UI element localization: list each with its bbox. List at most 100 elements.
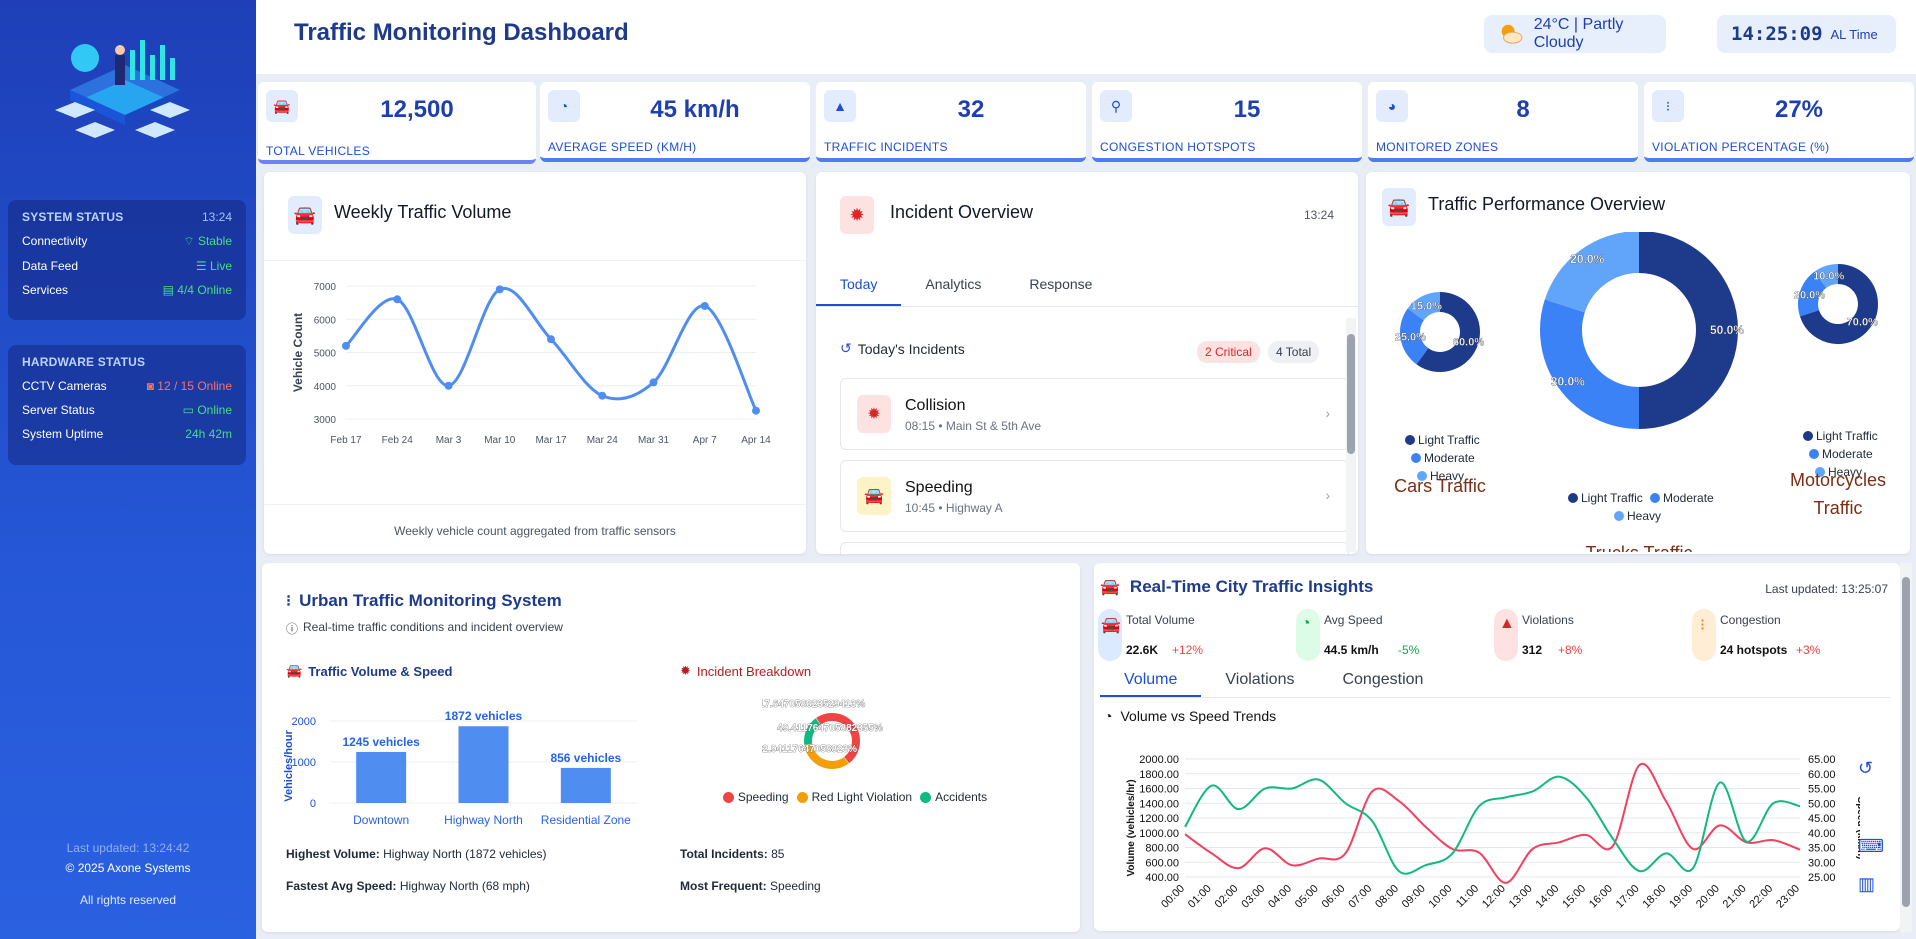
wifi-icon: ⌔: [183, 234, 198, 248]
kpi-congestion-hotspots[interactable]: ⚲ 15 CONGESTION HOTSPOTS: [1092, 82, 1362, 162]
data-point: [444, 381, 453, 390]
insights-updated: Last updated: 13:25:07: [1765, 582, 1888, 596]
traffic-light-icon: ⁝: [1652, 90, 1684, 122]
services-value: 4/4 Online: [177, 283, 232, 297]
y-tick-label: 1400.00: [1139, 798, 1179, 810]
tab-volume[interactable]: Volume: [1100, 665, 1202, 697]
tab-response[interactable]: Response: [1005, 264, 1116, 306]
kpi-value: 27%: [1774, 96, 1824, 123]
history-icon[interactable]: ↺: [1858, 758, 1873, 779]
incident-name: Speeding: [905, 479, 973, 496]
most-frequent-value: Speeding: [770, 879, 821, 893]
data-point: [342, 341, 350, 350]
y-axis-label: Volume (vehicles/hr): [1126, 779, 1137, 876]
x-tick-label: Mar 3: [436, 435, 462, 446]
x-tick-label: Feb 24: [382, 435, 414, 446]
system-status-panel: SYSTEM STATUS 13:24 Connectivity ⌔ Stable …: [8, 200, 246, 320]
kpi-violation-percentage[interactable]: ⁝ 27% VIOLATION PERCENTAGE (%): [1644, 82, 1914, 162]
x-tick-label: 20:00: [1694, 883, 1722, 911]
y-tick-label: 600.00: [1145, 857, 1179, 869]
kpi-label: VIOLATION PERCENTAGE (%): [1652, 140, 1830, 154]
weather-widget: 24°C | Partly Cloudy: [1484, 15, 1666, 53]
metric-value: 312: [1522, 643, 1543, 657]
most-frequent-label: Most Frequent:: [680, 879, 767, 893]
y-tick-label: 1000.00: [1139, 828, 1179, 840]
legend-swatch: [1568, 493, 1578, 503]
incident-overview-card: ✹ Incident Overview 13:24 Today Analytic…: [816, 172, 1358, 554]
kpi-traffic-incidents[interactable]: ▲ 32 TRAFFIC INCIDENTS: [816, 82, 1086, 162]
sidebar-copyright: © 2025 Axone Systems: [65, 861, 191, 875]
metric-delta: +8%: [1558, 643, 1583, 657]
incident-item[interactable]: 🚘 Speeding 10:45 • Highway A ›: [840, 460, 1349, 532]
y-tick-label: 3000: [314, 415, 337, 426]
metric-label: Total Volume: [1126, 613, 1195, 627]
kpi-value: 45 km/h: [650, 96, 740, 123]
metric-congestion: ⁝ Congestion 24 hotspots +3%: [1692, 609, 1882, 661]
slice-label: 20.0%: [1794, 290, 1825, 302]
fastest-speed-label: Fastest Avg Speed:: [286, 879, 397, 893]
performance-title: Traffic Performance Overview: [1428, 194, 1666, 214]
y-right-tick-label: 55.00: [1808, 784, 1836, 796]
scrollbar-thumb[interactable]: [1347, 334, 1355, 454]
highest-volume-value: Highway North (1872 vehicles): [383, 847, 547, 861]
legend-label: Accidents: [935, 790, 988, 804]
data-point: [393, 295, 402, 304]
keyboard-icon[interactable]: ⌨: [1858, 836, 1884, 857]
legend-swatch: [796, 792, 808, 804]
tab-analytics[interactable]: Analytics: [901, 264, 1005, 306]
map-icon[interactable]: ▥: [1858, 874, 1875, 895]
car-icon: 🚘: [1101, 617, 1121, 634]
incident-name: Collision: [905, 397, 966, 414]
incident-detail: 10:45 • Highway A: [905, 501, 1003, 515]
car-icon: 🚘: [1100, 579, 1120, 596]
incident-item[interactable]: ✹ Collision 08:15 • Main St & 5th Ave ›: [840, 378, 1349, 450]
data-point: [495, 285, 504, 294]
data-feed-value: Live: [209, 259, 232, 273]
x-tick-label: 10:00: [1427, 883, 1455, 911]
weekly-volume-title: Weekly Traffic Volume: [334, 202, 512, 222]
x-tick-label: 15:00: [1560, 883, 1588, 911]
scrollbar[interactable]: [1900, 563, 1912, 932]
metric-delta: -5%: [1398, 643, 1420, 657]
fastest-speed-value: Highway North (68 mph): [399, 879, 530, 893]
insights-title: Real-Time City Traffic Insights: [1129, 577, 1374, 596]
x-tick-label: 13:00: [1507, 883, 1535, 911]
x-tick-label: Downtown: [353, 813, 409, 827]
kpi-monitored-zones[interactable]: ◕ 8 MONITORED ZONES: [1368, 82, 1638, 162]
legend-swatch: [722, 792, 734, 804]
legend-label: Speeding: [737, 790, 789, 804]
traffic-light-icon: ⁝: [1700, 617, 1706, 634]
tab-congestion[interactable]: Congestion: [1318, 665, 1447, 697]
legend-swatch: [1809, 449, 1819, 459]
tab-today[interactable]: Today: [816, 264, 902, 306]
legend-swatch: [1411, 453, 1421, 463]
kpi-value: 32: [957, 96, 985, 123]
legend-item[interactable]: Accidents: [920, 790, 987, 804]
metric-total-volume: 🚘 Total Volume 22.6K +12%: [1098, 609, 1288, 661]
tab-violations[interactable]: Violations: [1201, 665, 1318, 697]
data-point: [649, 378, 658, 387]
legend-item[interactable]: Speeding: [722, 790, 789, 804]
incident-item[interactable]: [840, 542, 1349, 554]
server-status-label: Server Status: [22, 403, 95, 417]
x-tick-label: Feb 17: [330, 435, 362, 446]
y-tick-label: 1000: [292, 757, 316, 769]
scrollbar[interactable]: [1346, 318, 1356, 552]
donut-title: Trucks Traffic: [1585, 543, 1692, 552]
connectivity-value: Stable: [197, 234, 232, 248]
server-status-value: Online: [197, 403, 232, 417]
kpi-total-vehicles[interactable]: 🚘 12,500 TOTAL VEHICLES: [258, 82, 536, 164]
donut-slice: [1540, 299, 1640, 429]
x-tick-label: 02:00: [1213, 883, 1241, 911]
legend-item[interactable]: Red Light Violation: [796, 790, 912, 804]
x-tick-label: 01:00: [1186, 883, 1214, 911]
donut-slice: [1638, 232, 1738, 429]
kpi-label: CONGESTION HOTSPOTS: [1100, 140, 1256, 154]
legend-label: Moderate: [1822, 447, 1873, 461]
x-tick-label: Mar 31: [638, 435, 670, 446]
scrollbar-thumb[interactable]: [1902, 577, 1910, 907]
series-line: [1184, 775, 1801, 875]
x-tick-label: 05:00: [1293, 883, 1321, 911]
metric-value: 22.6K: [1126, 643, 1159, 657]
kpi-average-speed[interactable]: ◔ 45 km/h AVERAGE SPEED (KM/H): [540, 82, 810, 162]
